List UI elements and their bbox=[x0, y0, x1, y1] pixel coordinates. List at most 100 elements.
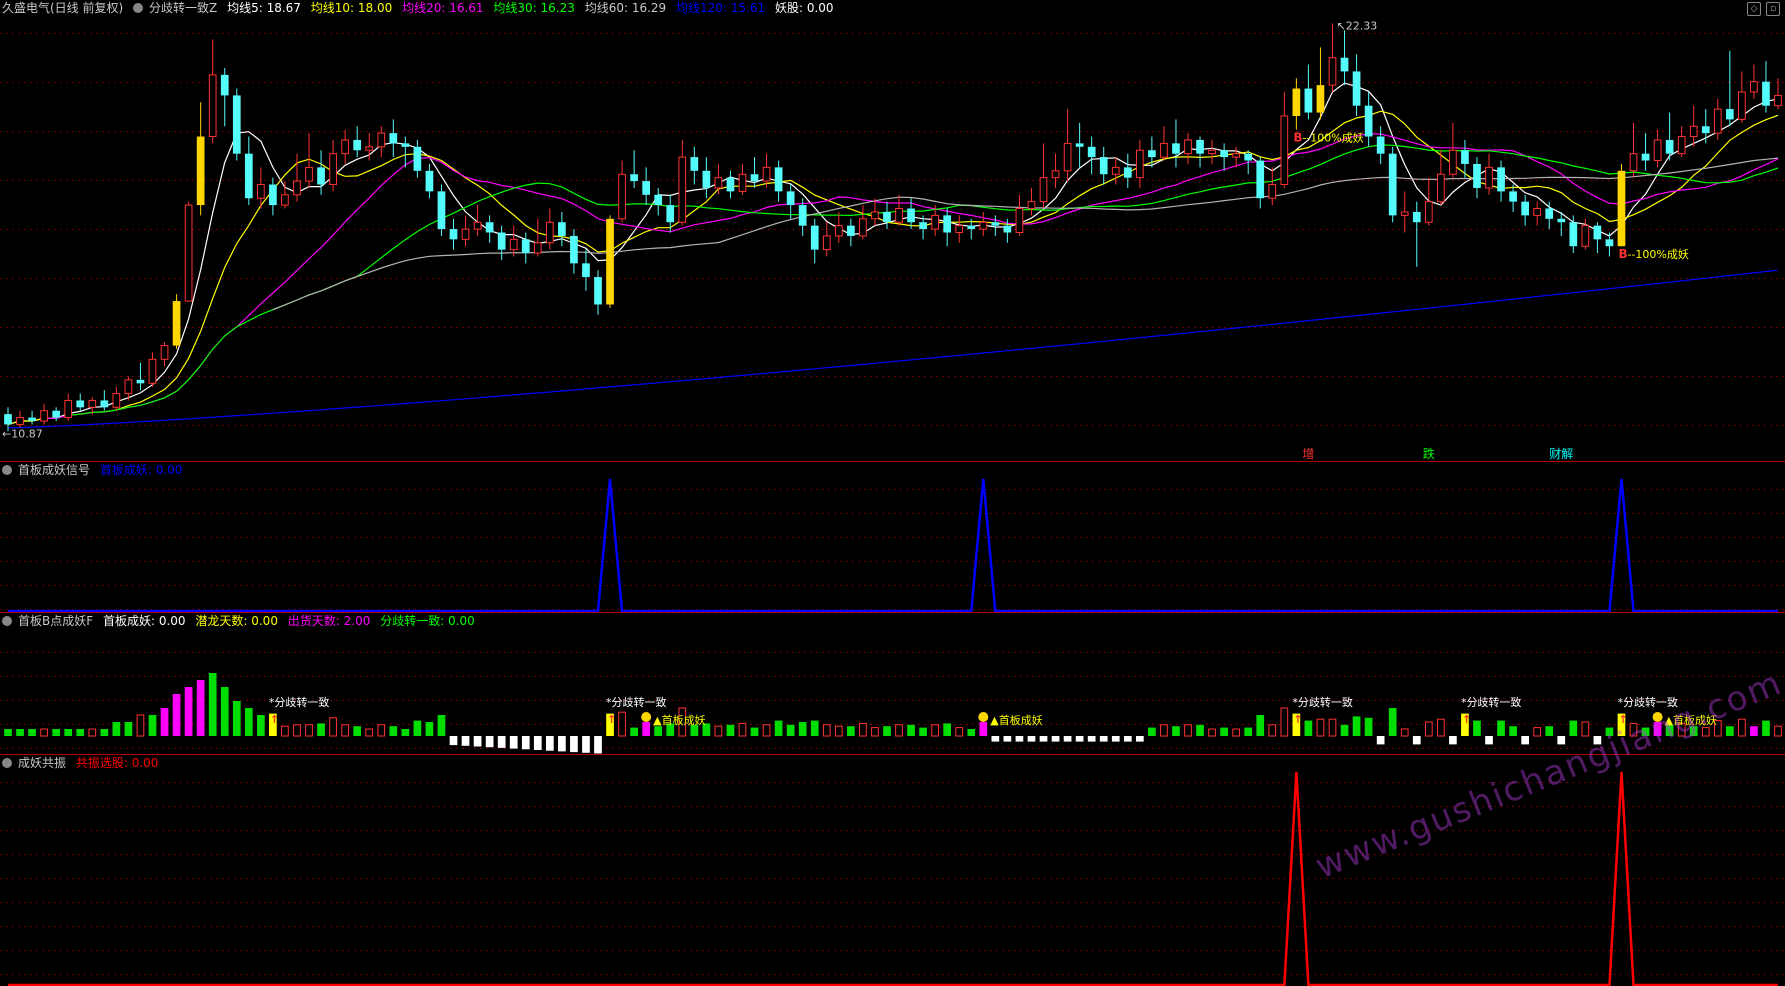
candle-body bbox=[666, 205, 675, 223]
indicator-bar bbox=[726, 724, 735, 736]
candle-body bbox=[1220, 150, 1228, 158]
candle-body bbox=[678, 156, 687, 223]
ma120-line bbox=[7, 269, 1779, 429]
resonance-panel-title: 成妖共振 bbox=[18, 756, 67, 770]
indicator-bar bbox=[1762, 720, 1770, 736]
ma5-line bbox=[7, 82, 1779, 425]
indicator-bar bbox=[1123, 736, 1132, 742]
indicator-bar bbox=[461, 736, 470, 746]
indicator-bar bbox=[521, 736, 530, 750]
fenqi-value: 分歧转一致: 0.00 bbox=[380, 614, 475, 628]
candle-body bbox=[365, 146, 374, 151]
indicator-bar bbox=[738, 722, 747, 737]
ma10-value: 均线10: 18.00 bbox=[310, 1, 393, 15]
indicator-bar bbox=[293, 724, 301, 737]
indicator-bar bbox=[871, 727, 879, 737]
ma120-value: 均线120: 15.61 bbox=[676, 1, 766, 15]
low-price-label: ←10.87 bbox=[2, 427, 43, 440]
candle-body bbox=[1244, 153, 1253, 161]
candle-body bbox=[582, 263, 590, 278]
candle-body bbox=[4, 414, 12, 425]
indicator-bar bbox=[1521, 736, 1529, 745]
indicator-bar bbox=[1750, 726, 1758, 736]
candle-body bbox=[1485, 166, 1493, 189]
indicator-bar bbox=[136, 714, 145, 737]
indicator-bar bbox=[1388, 708, 1397, 736]
indicator-bar bbox=[582, 736, 590, 753]
indicator-bar bbox=[907, 724, 915, 736]
candle-body bbox=[1509, 191, 1517, 202]
price-panel[interactable]: 久盛电气(日线 前复权) 分歧转一致Z 均线5: 18.67 均线10: 18.… bbox=[0, 0, 1785, 461]
indicator-bar bbox=[1581, 721, 1590, 737]
indicator-bar bbox=[786, 724, 795, 736]
bar-panel[interactable]: 首板B点成妖F 首板成妖: 0.00 潜龙天数: 0.00 出货天数: 2.00… bbox=[0, 613, 1785, 754]
candle-body bbox=[1629, 153, 1638, 172]
fenqi-signal-label: *分歧转一致 bbox=[606, 695, 667, 709]
candle-body bbox=[317, 167, 325, 185]
collapse-icon[interactable] bbox=[2, 465, 12, 475]
indicator-bar bbox=[329, 717, 337, 737]
indicator-bar bbox=[28, 729, 36, 736]
candle-body bbox=[1725, 109, 1734, 120]
signal-panel[interactable]: 首板成妖信号 首板成妖: 0.00 bbox=[0, 462, 1785, 612]
bar-panel-title: 首板B点成妖F bbox=[18, 614, 94, 628]
indicator-bar bbox=[834, 725, 843, 737]
candle-body bbox=[1172, 143, 1180, 154]
candle-body bbox=[293, 180, 301, 196]
candle-body bbox=[750, 174, 759, 182]
indicator-bar bbox=[1424, 721, 1433, 737]
money-bag-icon bbox=[641, 712, 652, 722]
indicator-bar bbox=[1160, 724, 1168, 737]
collapse-icon[interactable] bbox=[2, 758, 12, 768]
candle-body bbox=[931, 214, 939, 230]
candle-body bbox=[196, 136, 205, 206]
candle-body bbox=[654, 194, 663, 206]
ma30-value: 均线30: 16.23 bbox=[493, 1, 575, 15]
indicator-bar bbox=[100, 729, 109, 736]
indicator-bar bbox=[1039, 736, 1048, 742]
indicator-bar bbox=[1545, 726, 1554, 736]
indicator-bar bbox=[112, 722, 121, 736]
candle-body bbox=[1063, 142, 1072, 172]
indicator-bar bbox=[401, 729, 410, 736]
indicator-bar bbox=[353, 726, 362, 736]
candle-body bbox=[907, 208, 915, 223]
qianlong-value: 潜龙天数: 0.00 bbox=[195, 614, 278, 628]
indicator-bar bbox=[76, 729, 85, 736]
collapse-icon[interactable] bbox=[2, 616, 12, 626]
candle-body bbox=[1593, 225, 1602, 240]
indicator-bar bbox=[377, 724, 386, 737]
fenqi-signal-label: *分歧转一致 bbox=[269, 695, 330, 709]
candle-body bbox=[1750, 81, 1758, 93]
indicator-bar bbox=[257, 715, 265, 736]
candle-body bbox=[100, 400, 109, 408]
indicator-bar bbox=[160, 708, 169, 736]
candle-body bbox=[919, 222, 927, 230]
signal-tag: 财解 bbox=[1549, 447, 1573, 461]
indicator-bar bbox=[1412, 736, 1421, 745]
candle-body bbox=[630, 174, 638, 182]
candle-body bbox=[594, 277, 602, 305]
indicator-bar bbox=[1135, 736, 1144, 742]
money-bag-icon bbox=[978, 712, 989, 722]
collapse-icon[interactable] bbox=[133, 3, 144, 13]
indicator-bar bbox=[774, 720, 783, 736]
candle-body bbox=[1148, 150, 1156, 158]
candle-body bbox=[847, 225, 855, 236]
indicator-bar bbox=[232, 701, 241, 736]
candle-body bbox=[1653, 139, 1662, 162]
candle-body bbox=[1533, 208, 1542, 216]
shouban-value: 首板成妖: 0.00 bbox=[102, 614, 186, 628]
stock-title: 久盛电气(日线 前复权) bbox=[2, 1, 124, 15]
candle-body bbox=[774, 167, 783, 192]
candle-body bbox=[1762, 81, 1770, 106]
indicator-bar bbox=[1364, 717, 1373, 736]
candle-body bbox=[1449, 149, 1457, 175]
indicator-bar bbox=[148, 715, 157, 736]
candle-body bbox=[545, 221, 554, 244]
indicator-bar bbox=[1774, 725, 1782, 737]
candle-body bbox=[1473, 163, 1481, 188]
candle-body bbox=[1123, 167, 1132, 178]
indicator-bar bbox=[1075, 736, 1084, 742]
candle-body bbox=[690, 157, 699, 171]
